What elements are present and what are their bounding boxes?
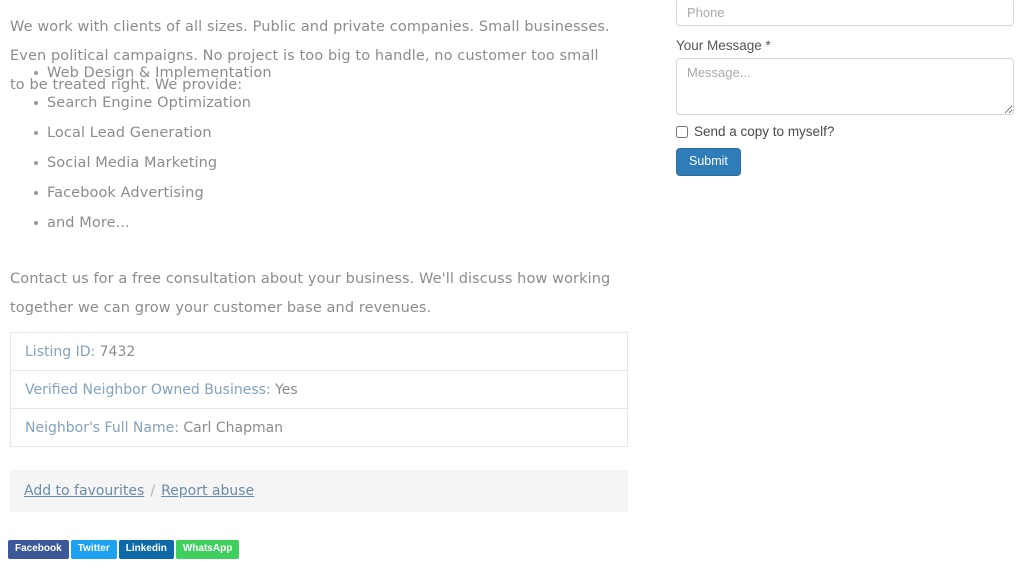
phone-input[interactable] xyxy=(676,0,1014,26)
listing-details-table: Listing ID: 7432 Verified Neighbor Owned… xyxy=(10,332,628,447)
row-value: 7432 xyxy=(95,344,136,360)
list-item: Social Media Marketing xyxy=(10,148,570,178)
table-row: Listing ID: 7432 xyxy=(11,333,627,371)
list-item-label: Search Engine Optimization xyxy=(47,95,252,111)
table-row: Neighbor's Full Name: Carl Chapman xyxy=(11,409,627,447)
row-label: Neighbor's Full Name: xyxy=(25,420,179,436)
share-linkedin-button[interactable]: Linkedin xyxy=(118,540,174,559)
list-item: Facebook Advertising xyxy=(10,178,570,208)
listing-actions-bar: Add to favourites / Report abuse xyxy=(10,470,628,512)
list-item: Local Lead Generation xyxy=(10,118,570,148)
list-item-label: Web Design & Implementation xyxy=(47,65,272,81)
social-share-row: Facebook Twitter Linkedin WhatsApp xyxy=(8,540,240,559)
actions-separator: / xyxy=(150,483,156,499)
list-item-label: Local Lead Generation xyxy=(47,125,212,141)
bullet-icon xyxy=(34,191,38,195)
services-list: Web Design & Implementation Search Engin… xyxy=(10,58,570,238)
list-item: Web Design & Implementation xyxy=(10,58,570,88)
submit-button[interactable]: Submit xyxy=(676,148,741,176)
table-row: Verified Neighbor Owned Business: Yes xyxy=(11,371,627,409)
share-whatsapp-button[interactable]: WhatsApp xyxy=(175,540,240,559)
bullet-icon xyxy=(34,161,38,165)
listing-description-column: We work with clients of all sizes. Publi… xyxy=(0,0,640,567)
bullet-icon xyxy=(34,71,38,75)
report-abuse-link[interactable]: Report abuse xyxy=(161,483,254,499)
bullet-icon xyxy=(34,221,38,225)
outro-paragraph: Contact us for a free consultation about… xyxy=(10,270,611,316)
message-label: Your Message * xyxy=(676,38,771,53)
message-field-group: Your Message * xyxy=(676,38,1014,115)
phone-field-group xyxy=(676,0,1014,26)
list-item-label: Social Media Marketing xyxy=(47,155,218,171)
list-item-label: Facebook Advertising xyxy=(47,185,204,201)
row-label: Verified Neighbor Owned Business: xyxy=(25,382,271,398)
send-copy-row: Send a copy to myself? xyxy=(676,124,834,139)
send-copy-label: Send a copy to myself? xyxy=(694,124,835,139)
share-twitter-button[interactable]: Twitter xyxy=(70,540,117,559)
list-item-label: and More... xyxy=(47,215,130,231)
row-label: Listing ID: xyxy=(25,344,96,360)
message-textarea[interactable] xyxy=(676,58,1014,115)
add-to-favourites-link[interactable]: Add to favourites xyxy=(24,483,144,499)
row-value: Carl Chapman xyxy=(178,420,284,436)
row-value: Yes xyxy=(270,382,298,398)
send-copy-checkbox[interactable] xyxy=(676,125,688,138)
bullet-icon xyxy=(34,101,38,105)
list-item: and More... xyxy=(10,208,570,238)
share-facebook-button[interactable]: Facebook xyxy=(8,540,69,559)
list-item: Search Engine Optimization xyxy=(10,88,570,118)
bullet-icon xyxy=(34,131,38,135)
